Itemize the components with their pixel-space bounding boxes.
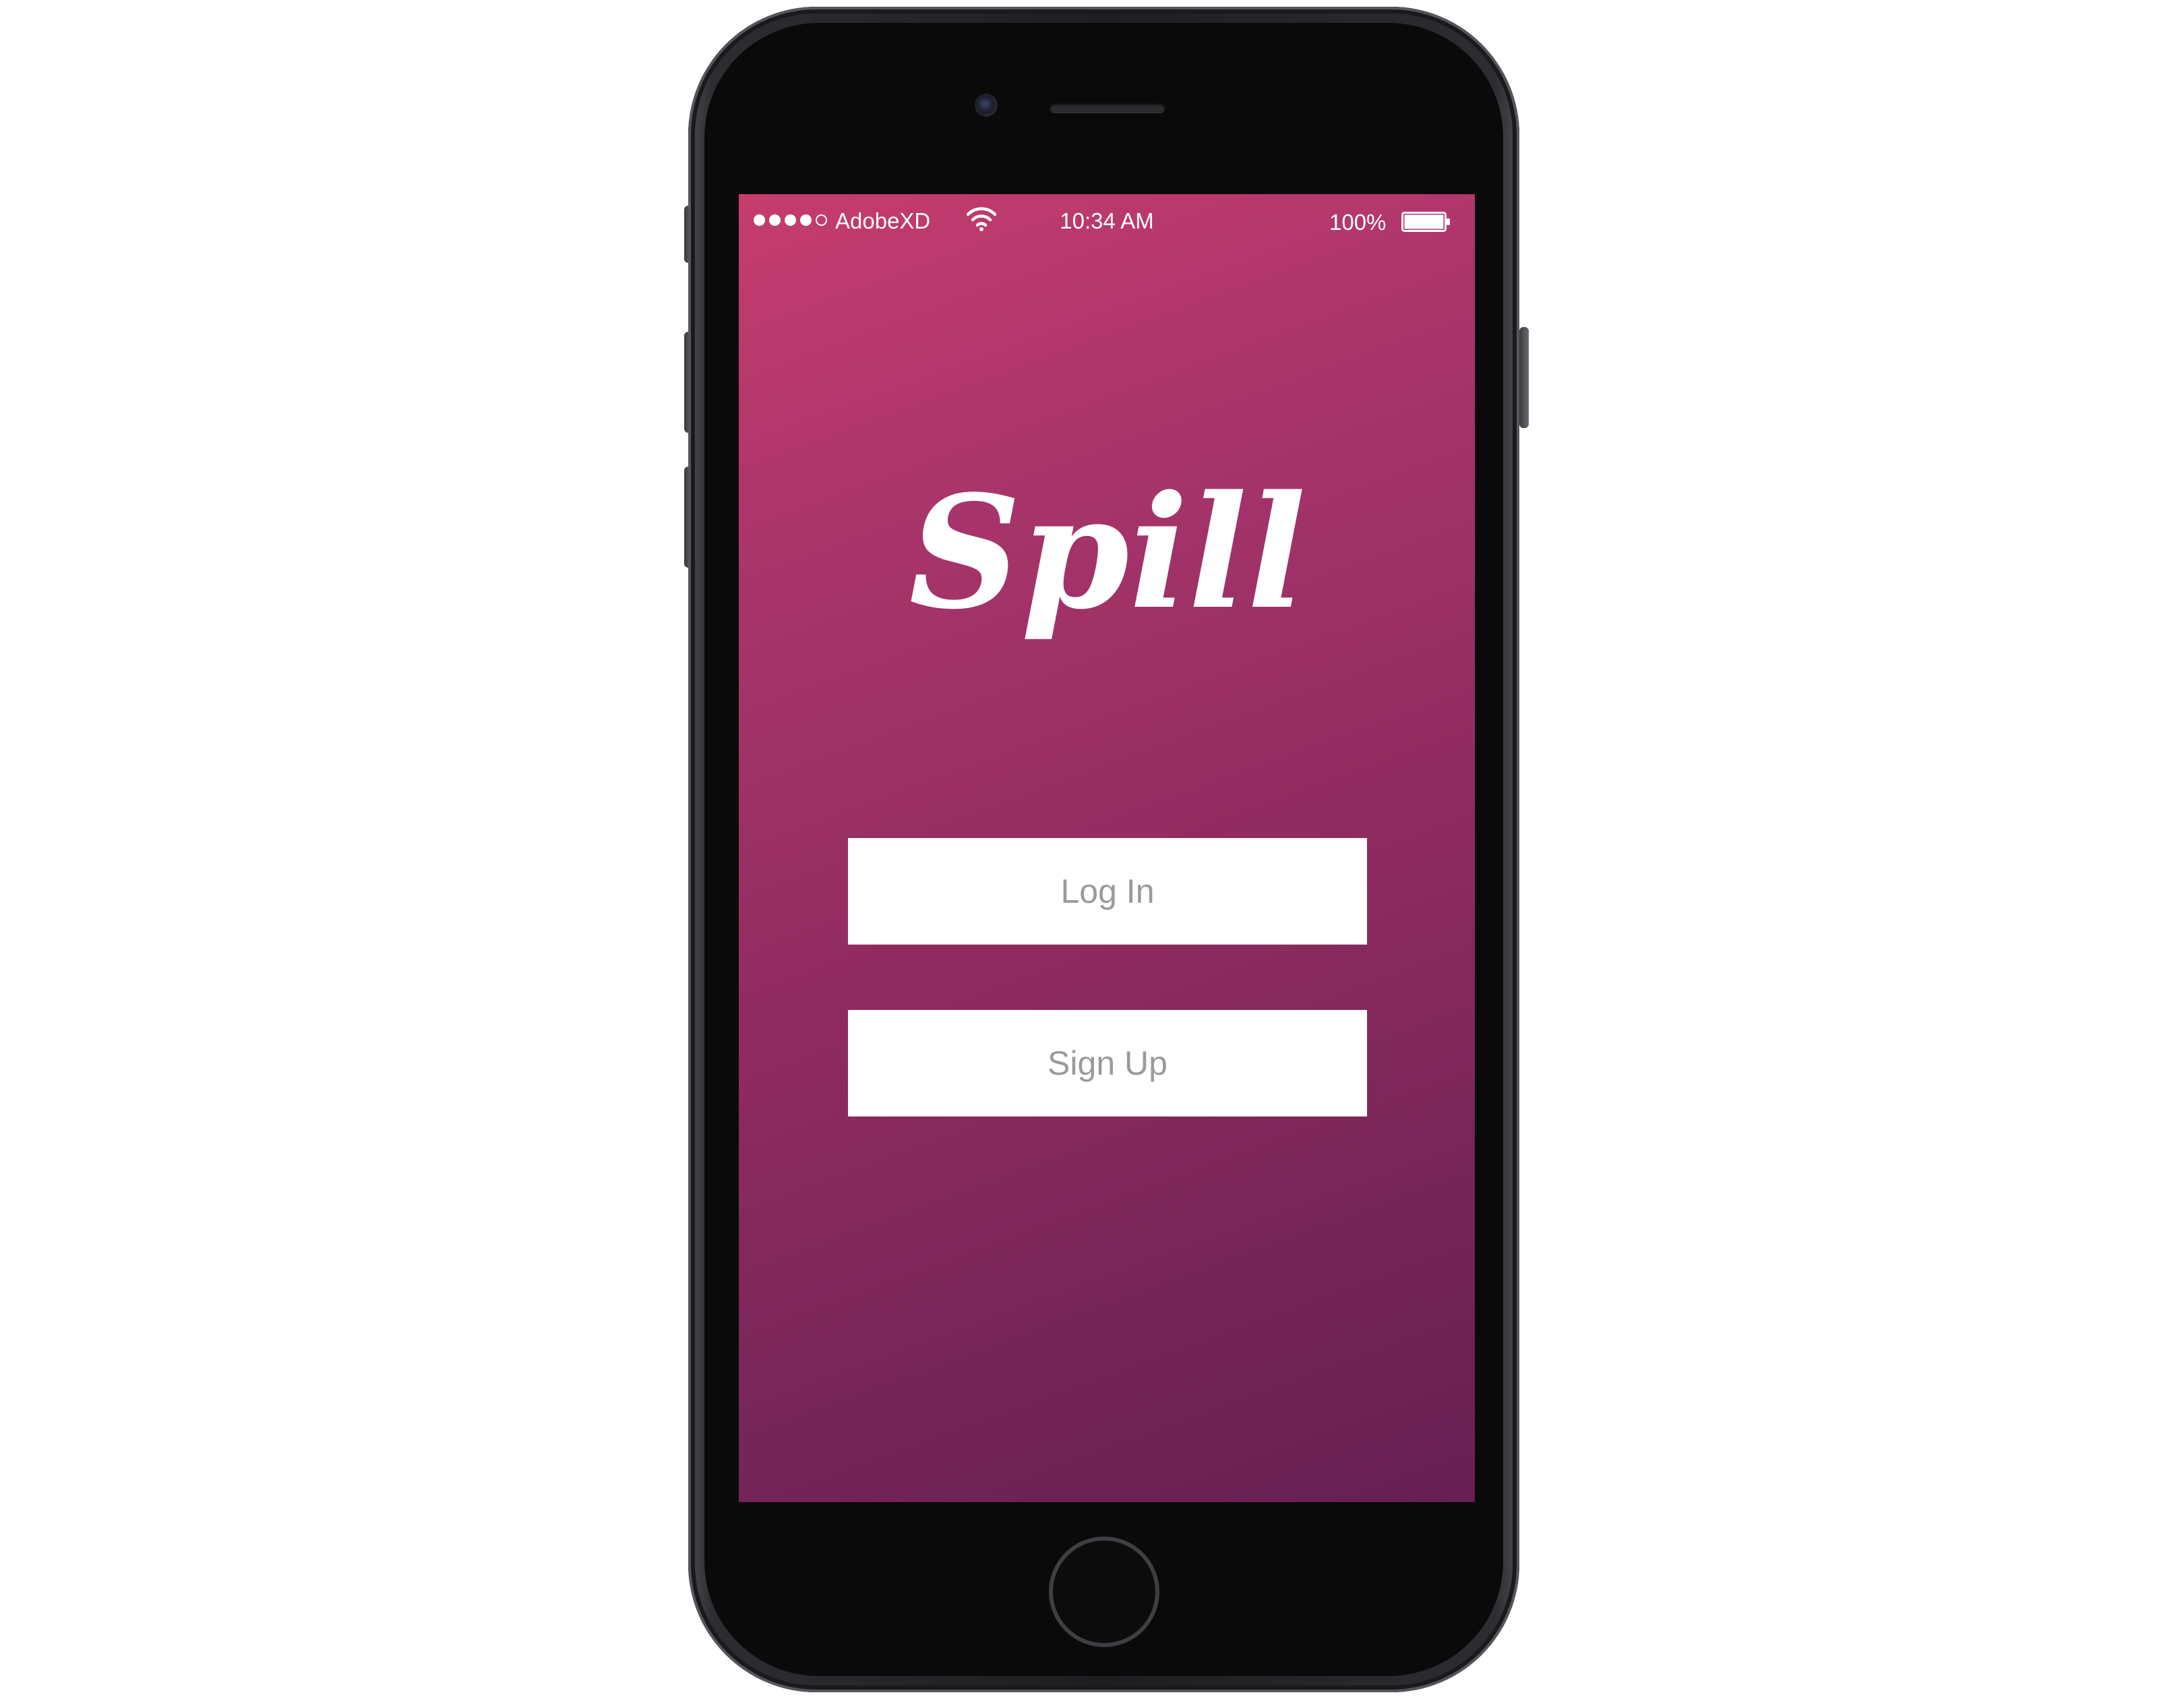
logo-text: Spill: [909, 465, 1306, 644]
status-bar: AdobeXD 10:34 AM 100%: [739, 194, 1475, 247]
battery-percentage: 100%: [1329, 210, 1387, 235]
app-screen: AdobeXD 10:34 AM 100% Spill Log In Sign …: [739, 194, 1475, 1502]
earpiece-speaker: [1050, 103, 1165, 113]
spill-logo: Spill: [909, 465, 1306, 644]
signup-button[interactable]: Sign Up: [848, 1010, 1367, 1116]
power-button: [1519, 327, 1529, 428]
front-camera: [975, 94, 998, 117]
battery-icon: [1401, 212, 1450, 232]
home-button[interactable]: [1049, 1537, 1159, 1647]
login-button[interactable]: Log In: [848, 838, 1367, 945]
mockup-stage: AdobeXD 10:34 AM 100% Spill Log In Sign …: [0, 0, 2184, 1699]
